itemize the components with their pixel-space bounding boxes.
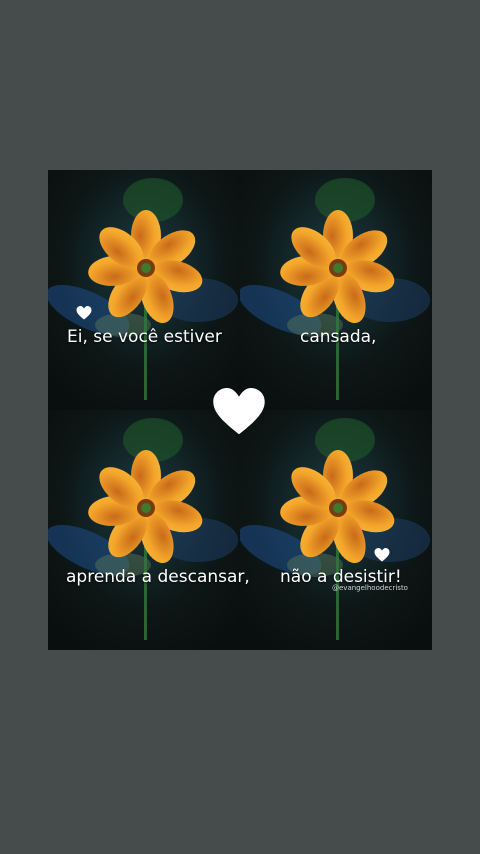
watermark-handle: @evangelhoodecristo <box>332 584 408 592</box>
heart-icon <box>374 548 390 562</box>
heart-icon <box>213 388 265 435</box>
flower-tile-top-right <box>240 170 432 410</box>
flower-illustration <box>48 170 240 410</box>
caption-top-left: Ei, se você estiver <box>67 327 222 347</box>
flower-illustration <box>240 410 432 650</box>
flower-illustration <box>240 170 432 410</box>
flower-tile-top-left <box>48 170 240 410</box>
heart-icon <box>76 306 92 320</box>
flower-tile-bottom-left <box>48 410 240 650</box>
flower-illustration <box>48 410 240 650</box>
image-card: Ei, se você estiver cansada, aprenda a d… <box>48 170 432 650</box>
caption-top-right: cansada, <box>300 327 377 347</box>
caption-bottom-left: aprenda a descansar, <box>66 567 250 587</box>
flower-tile-bottom-right <box>240 410 432 650</box>
